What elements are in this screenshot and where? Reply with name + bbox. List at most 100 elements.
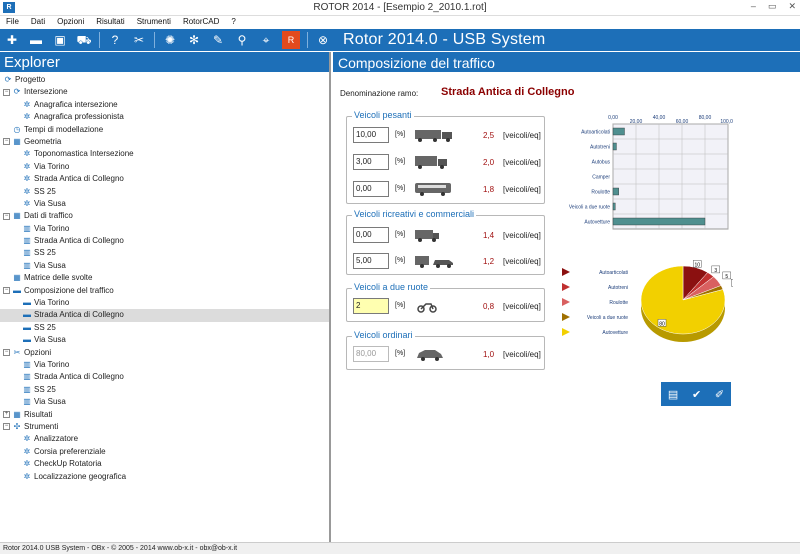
gear-icon: ✲ bbox=[23, 186, 31, 196]
bar-category-label: Autoarticolati bbox=[581, 130, 610, 136]
tree-item[interactable]: − ✂ Opzioni bbox=[0, 347, 329, 359]
collapse-icon[interactable]: − bbox=[3, 138, 10, 146]
close-button[interactable]: ✕ bbox=[788, 1, 796, 12]
tree-item[interactable]: − ⟳ Intersezione bbox=[0, 86, 329, 98]
tree-item[interactable]: ✲ Corsia preferenziale bbox=[0, 446, 329, 458]
tree-item[interactable]: ▬ SS 25 bbox=[0, 322, 329, 334]
row-motorbike: 2 [%] 0,8 [veicoli/eq] bbox=[353, 298, 543, 314]
traffic-data-icon: ▦ bbox=[13, 211, 21, 221]
row-car-trailer: 5,00 [%] 1,2 [veicoli/eq] bbox=[353, 253, 543, 269]
tools-icon[interactable]: ✂ bbox=[129, 30, 149, 50]
tree-item[interactable]: ✲ SS 25 bbox=[0, 186, 329, 198]
check-icon[interactable]: ✔ bbox=[692, 388, 701, 401]
tree-item-label: SS 25 bbox=[34, 322, 56, 332]
pie-legend-swatch bbox=[562, 268, 570, 276]
tree-item[interactable]: ▥ Strada Antica di Collegno bbox=[0, 371, 329, 383]
tree-item[interactable]: ⟳ Progetto bbox=[0, 74, 329, 86]
menu-strumenti[interactable]: Strumenti bbox=[131, 16, 177, 29]
expand-icon[interactable]: + bbox=[3, 410, 10, 418]
tree-item[interactable]: ▬ Via Torino bbox=[0, 297, 329, 309]
tree-item[interactable]: ▥ SS 25 bbox=[0, 384, 329, 396]
tree-item[interactable]: ✲ Anagrafica intersezione bbox=[0, 99, 329, 111]
tree-item[interactable]: ▥ Via Susa bbox=[0, 260, 329, 272]
tree-item[interactable]: − ▦ Geometria bbox=[0, 136, 329, 148]
truck-percent-input[interactable]: 3,00 bbox=[353, 154, 389, 170]
percent-unit: [%] bbox=[395, 185, 406, 192]
tree-item[interactable]: − ▬ Composizione del traffico bbox=[0, 285, 329, 297]
roundabout-search-icon[interactable]: ⚲ bbox=[232, 30, 252, 50]
group-two-wheel-vehicles: Veicoli a due ruote 2 [%] 0,8 [veicoli/e… bbox=[346, 282, 545, 322]
pie-legend-label: Veicoli a due ruote bbox=[587, 315, 628, 321]
bus-percent-input[interactable]: 0,00 bbox=[353, 181, 389, 197]
geometry-icon: ▦ bbox=[13, 136, 21, 146]
tree-item[interactable]: ▥ Via Torino bbox=[0, 223, 329, 235]
tree-item[interactable]: + ▦ Risultati bbox=[0, 409, 329, 421]
office-icon[interactable]: R bbox=[282, 31, 300, 49]
menu-file[interactable]: File bbox=[0, 16, 25, 29]
clear-icon[interactable]: ✐ bbox=[715, 388, 724, 401]
tree-item[interactable]: ✲ Toponomastica Intersezione bbox=[0, 148, 329, 160]
explorer-tree: ⟳ Progetto − ⟳ Intersezione ✲ Anagrafica inter… bbox=[0, 72, 329, 483]
tree-item-label: Dati di traffico bbox=[24, 211, 73, 221]
row-articulated: 10,00 [%] 2,5 [veicoli/eq] bbox=[353, 127, 543, 143]
group-title: Veicoli ordinari bbox=[352, 330, 415, 340]
tree-item[interactable]: ▬ Via Susa bbox=[0, 334, 329, 346]
menu-help[interactable]: ? bbox=[225, 16, 241, 29]
tree-item[interactable]: ✲ Strada Antica di Collegno bbox=[0, 173, 329, 185]
tree-item[interactable]: ✲ Analizzatore bbox=[0, 433, 329, 445]
toolbar-separator bbox=[99, 32, 100, 48]
toolbar-separator bbox=[307, 32, 308, 48]
tree-item[interactable]: − ▦ Dati di traffico bbox=[0, 210, 329, 222]
car-icon: ▬ bbox=[23, 322, 31, 332]
tree-item[interactable]: ▥ Strada Antica di Collegno bbox=[0, 235, 329, 247]
tree-item[interactable]: ▥ SS 25 bbox=[0, 247, 329, 259]
tree-item[interactable]: ✲ Via Torino bbox=[0, 161, 329, 173]
bar-category-label: Roulotte bbox=[591, 190, 610, 196]
camper-percent-input[interactable]: 0,00 bbox=[353, 227, 389, 243]
collapse-icon[interactable]: − bbox=[3, 287, 10, 295]
tree-item[interactable]: ✲ Anagrafica professionista bbox=[0, 111, 329, 123]
collapse-icon[interactable]: − bbox=[3, 423, 10, 431]
menu-opzioni[interactable]: Opzioni bbox=[51, 16, 90, 29]
restore-button[interactable]: ▭ bbox=[768, 1, 777, 12]
bar-plot-area bbox=[612, 123, 729, 230]
tree-item[interactable]: ▥ Via Susa bbox=[0, 396, 329, 408]
save-icon[interactable]: ▣ bbox=[50, 30, 70, 50]
collapse-icon[interactable]: − bbox=[3, 212, 10, 220]
menu-dati[interactable]: Dati bbox=[25, 16, 51, 29]
matrix-icon: ▦ bbox=[13, 273, 21, 283]
menu-risultati[interactable]: Risultati bbox=[90, 16, 130, 29]
car-trailer-percent-input[interactable]: 5,00 bbox=[353, 253, 389, 269]
group-ordinary-vehicles: Veicoli ordinari 80,00 [%] 1,0 [veicoli/… bbox=[346, 330, 545, 370]
tree-item[interactable]: ✲ Localizzazione geografica bbox=[0, 471, 329, 483]
tree-item[interactable]: − ✣ Strumenti bbox=[0, 421, 329, 433]
car-icon: ▬ bbox=[23, 335, 31, 345]
roundabout-icon[interactable]: ✺ bbox=[160, 30, 180, 50]
tree-item-label: SS 25 bbox=[34, 186, 56, 196]
tree-item-label: Analizzatore bbox=[34, 434, 79, 444]
car-icon[interactable]: ⛟ bbox=[74, 30, 94, 50]
tree-item-label: Strumenti bbox=[24, 421, 59, 431]
minimize-button[interactable]: – bbox=[751, 1, 756, 12]
calculator-icon[interactable]: ▤ bbox=[668, 388, 678, 401]
tree-item[interactable]: ✲ CheckUp Rotatoria bbox=[0, 458, 329, 470]
plus-icon[interactable]: ✚ bbox=[2, 30, 22, 50]
help-icon[interactable]: ? bbox=[105, 30, 125, 50]
menu-rotorcad[interactable]: RotorCAD bbox=[177, 16, 225, 29]
tree-item[interactable]: ▦ Matrice delle svolte bbox=[0, 272, 329, 284]
tree-item[interactable]: ✲ Via Susa bbox=[0, 198, 329, 210]
tree-item[interactable]: ◷ Tempi di modellazione bbox=[0, 124, 329, 136]
car-trailer-icon bbox=[415, 254, 455, 268]
tree-item[interactable]: ▬ Strada Antica di Collegno bbox=[0, 309, 329, 322]
roundabout-edit-icon[interactable]: ✎ bbox=[208, 30, 228, 50]
two-wheel-percent-input[interactable]: 2 bbox=[353, 298, 389, 314]
tree-item[interactable]: ▥ Via Torino bbox=[0, 359, 329, 371]
map-pin-icon[interactable]: ⌖ bbox=[256, 30, 276, 50]
collapse-icon[interactable]: − bbox=[3, 348, 10, 356]
collapse-icon[interactable]: − bbox=[3, 88, 10, 96]
minus-icon[interactable]: ▬ bbox=[26, 30, 46, 50]
articulated-percent-input[interactable]: 10,00 bbox=[353, 127, 389, 143]
close-circle-icon[interactable]: ⊗ bbox=[313, 30, 333, 50]
roundabout-lanes-icon[interactable]: ✻ bbox=[184, 30, 204, 50]
title-bar: R ROTOR 2014 - [Esempio 2_2010.1.rot] – … bbox=[0, 0, 800, 16]
